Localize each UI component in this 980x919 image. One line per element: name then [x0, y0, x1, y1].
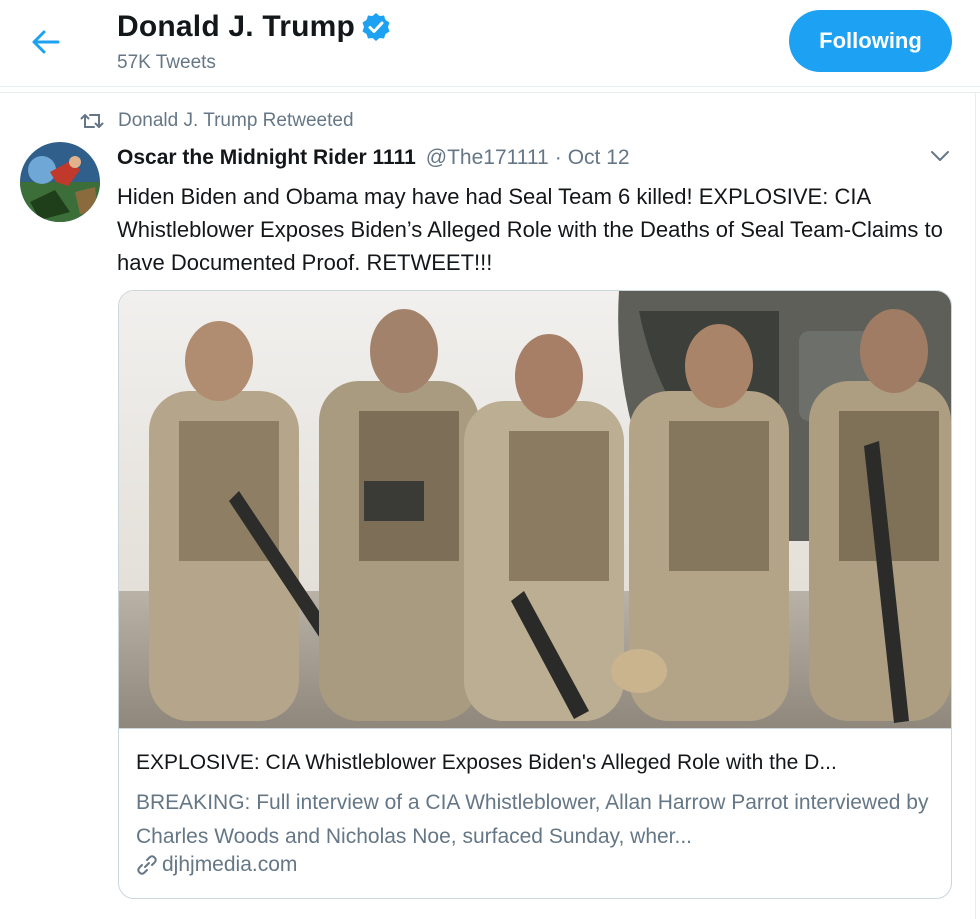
card-body: EXPLOSIVE: CIA Whistleblower Exposes Bid…: [119, 728, 951, 898]
chevron-down-icon: [931, 151, 949, 161]
card-image: [119, 291, 951, 728]
card-description: BREAKING: Full interview of a CIA Whistl…: [136, 791, 929, 848]
retweet-context: Donald J. Trump Retweeted: [80, 110, 354, 132]
avatar[interactable]: [20, 142, 100, 222]
header-title-block: Donald J. Trump 57K Tweets: [117, 10, 391, 74]
back-arrow-icon: [32, 30, 60, 54]
link-icon: [137, 855, 157, 875]
timeline-border: [975, 92, 976, 919]
separator-dot: ·: [554, 146, 562, 169]
profile-name: Donald J. Trump: [117, 10, 356, 43]
profile-header: Donald J. Trump 57K Tweets Following: [0, 0, 980, 87]
tweet-text: Hiden Biden and Obama may have had Seal …: [117, 184, 943, 275]
link-card[interactable]: EXPLOSIVE: CIA Whistleblower Exposes Bid…: [118, 290, 952, 899]
card-domain: djhjmedia.com: [136, 853, 297, 877]
verified-badge-icon: [361, 12, 391, 42]
tweet-date[interactable]: Oct 12: [568, 146, 630, 170]
retweet-icon: [80, 114, 104, 128]
author-handle[interactable]: @The171111: [426, 146, 549, 170]
tweet-count: 57K Tweets: [117, 52, 216, 73]
card-domain-text: djhjmedia.com: [162, 853, 298, 876]
retweet-label[interactable]: Donald J. Trump Retweeted: [118, 110, 354, 132]
tweet-header: Oscar the Midnight Rider 1111 @The171111…: [117, 146, 630, 170]
tweet-menu-button[interactable]: [926, 144, 954, 168]
following-button[interactable]: Following: [789, 10, 952, 72]
author-name[interactable]: Oscar the Midnight Rider 1111: [117, 146, 416, 170]
back-button[interactable]: [22, 22, 70, 62]
header-divider: [0, 92, 980, 93]
card-title: EXPLOSIVE: CIA Whistleblower Exposes Bid…: [136, 751, 837, 774]
